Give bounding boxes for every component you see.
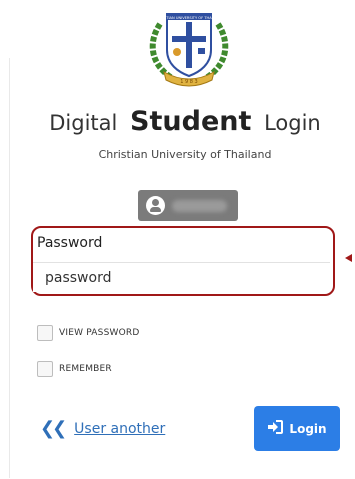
svg-text:1 9 8 3: 1 9 8 3 bbox=[180, 79, 198, 85]
password-label: Password bbox=[37, 235, 103, 251]
remember-checkbox[interactable] bbox=[37, 361, 53, 377]
logo-ring-text: CHRISTIAN UNIVERSITY OF THAILAND bbox=[155, 16, 223, 20]
user-circle-icon bbox=[146, 196, 165, 215]
view-password-checkbox[interactable] bbox=[37, 325, 53, 341]
login-label: Login bbox=[289, 421, 327, 436]
svg-text:CHRISTIAN UNIVERSITY OF THAILA: CHRISTIAN UNIVERSITY OF THAILAND bbox=[155, 16, 223, 20]
remember-option[interactable]: REMEMBER bbox=[37, 361, 112, 377]
page-subtitle: Christian University of Thailand bbox=[98, 148, 272, 161]
current-user-chip[interactable] bbox=[138, 190, 238, 221]
annotation-arrow-icon bbox=[345, 254, 352, 262]
sign-in-icon bbox=[267, 420, 284, 437]
title-suffix: Login bbox=[264, 111, 321, 135]
title-prefix: Digital bbox=[49, 111, 118, 135]
university-logo: CHRISTIAN UNIVERSITY OF THAILAND 1 9 8 3 bbox=[142, 6, 236, 90]
page-title: Digital Student Login bbox=[0, 106, 355, 137]
login-button[interactable]: Login bbox=[254, 406, 340, 451]
double-chevron-left-icon: ❮❮ bbox=[40, 418, 67, 439]
remember-label: REMEMBER bbox=[59, 364, 112, 374]
password-input[interactable] bbox=[33, 262, 330, 292]
redacted-username bbox=[172, 200, 227, 212]
view-password-label: VIEW PASSWORD bbox=[59, 328, 140, 338]
user-another-link[interactable]: ❮❮ User another bbox=[40, 418, 165, 439]
logo-year: 1 9 8 3 bbox=[180, 79, 198, 85]
user-another-label: User another bbox=[74, 420, 166, 437]
title-emphasis: Student bbox=[130, 106, 252, 137]
view-password-option[interactable]: VIEW PASSWORD bbox=[37, 325, 139, 341]
